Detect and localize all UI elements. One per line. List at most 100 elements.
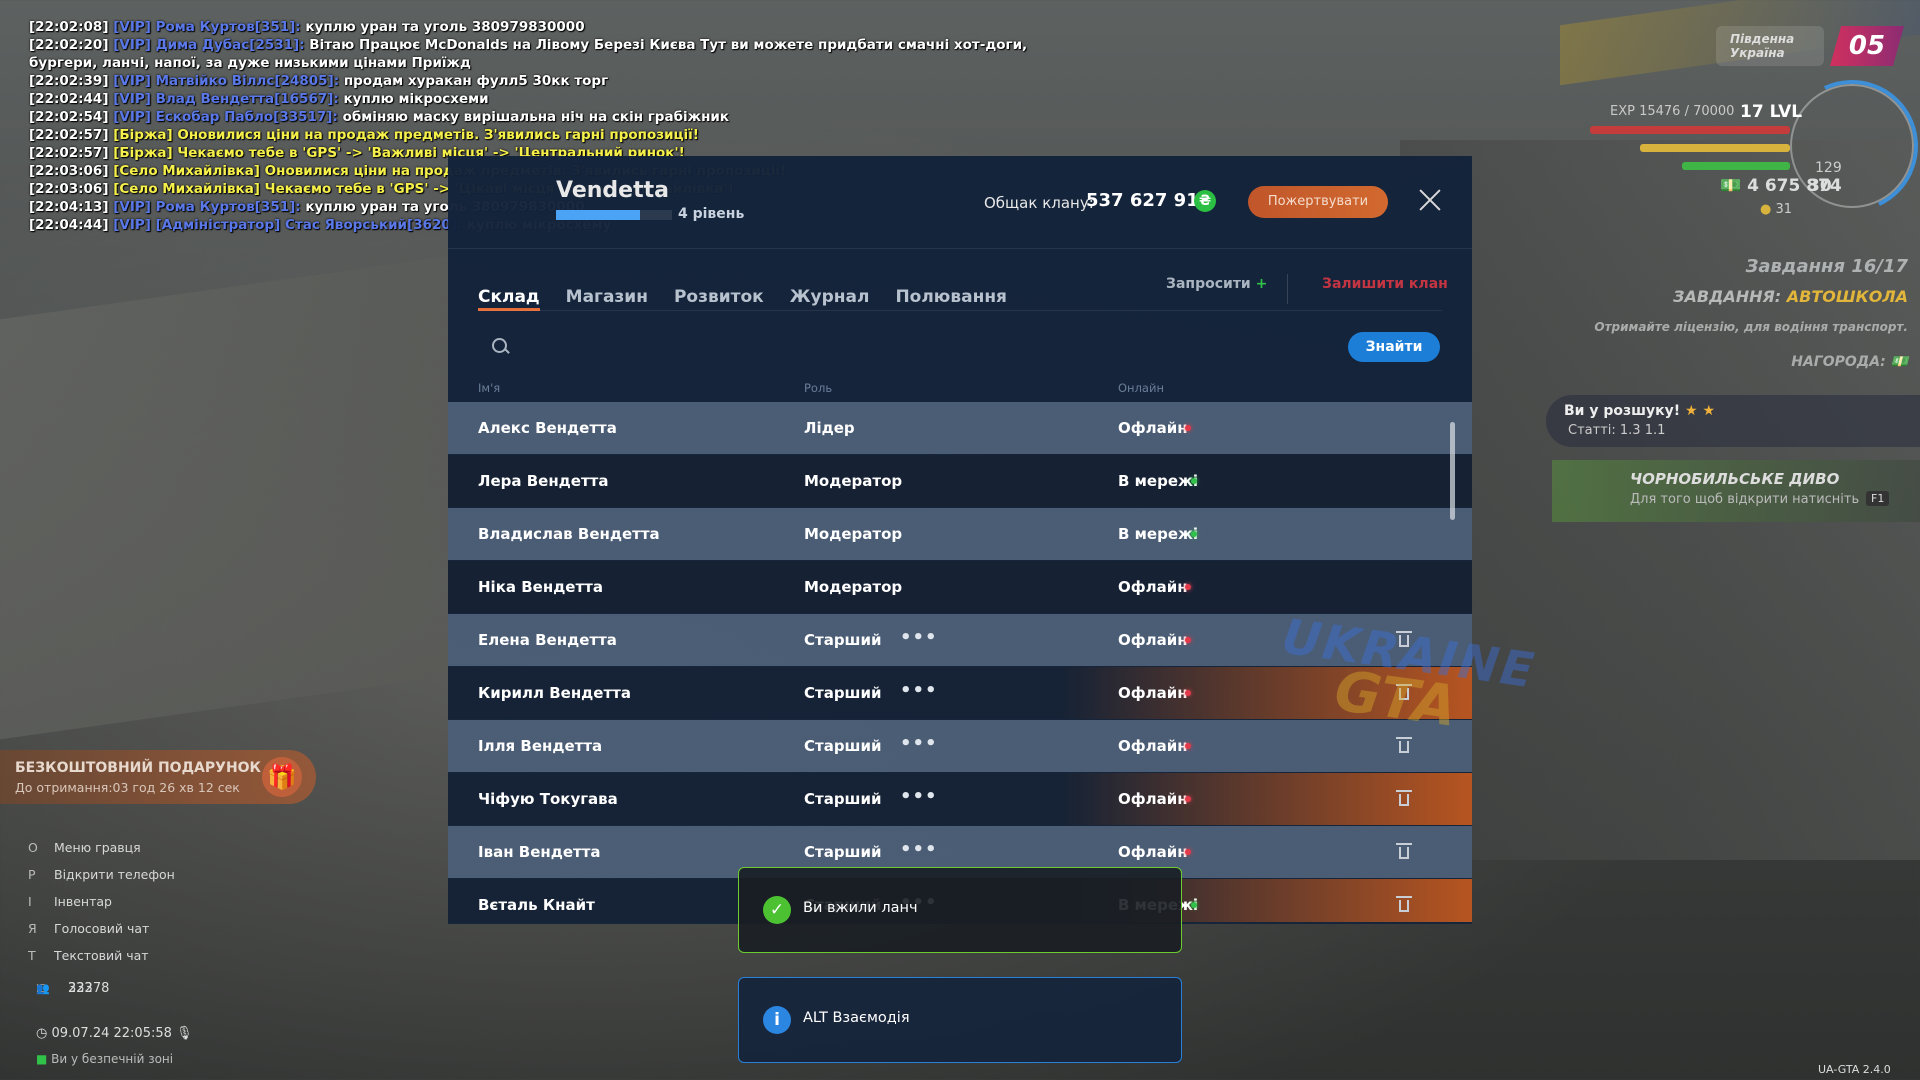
member-role: Старший [804, 631, 882, 649]
hotkey-key: T [28, 948, 36, 963]
event-key: F1 [1866, 491, 1890, 506]
member-status: Офлайн [1118, 578, 1188, 596]
event-banner[interactable]: ЧОРНОБИЛЬСЬКЕ ДИВО Для того щоб відкрити… [1552, 460, 1920, 522]
members-table: Алекс Вендетта Лідер Офлайн Лера Вендетта Мо… [448, 402, 1472, 922]
more-options-icon[interactable]: ••• [900, 614, 938, 662]
trash-icon[interactable] [1396, 843, 1412, 859]
column-header-role: Роль [804, 381, 833, 395]
table-row[interactable]: Ніка Вендетта Модератор Офлайн [448, 561, 1472, 613]
hotkey-key: O [28, 840, 38, 855]
gift-timer: До отримання:03 год 26 хв 12 сек [15, 780, 240, 795]
member-name: Вєталь Кнайт [478, 896, 595, 914]
chat-line: [22:02:39] [VIP] Матвійко Віллс[24805]: … [29, 72, 1079, 90]
tab-2[interactable]: Магазин [566, 252, 648, 308]
search-icon [492, 338, 507, 353]
status-dot-icon [1191, 531, 1197, 537]
invite-button[interactable]: Запросити + [1166, 276, 1267, 292]
member-name: Чіфую Токугава [478, 790, 618, 808]
chat-time: [22:04:44] [29, 217, 109, 233]
chat-message-part: обміняю маску вирішальна ніч на скін гра… [337, 109, 730, 125]
table-row[interactable]: Алекс Вендетта Лідер Офлайн [448, 402, 1472, 454]
member-name: Елена Вендетта [478, 631, 617, 649]
wanted-title: Ви у розшуку! [1564, 403, 1681, 419]
chat-time: [22:03:06] [29, 163, 109, 179]
chat-line: [22:02:08] [VIP] Рома Куртов[351]: куплю… [29, 18, 1079, 36]
chat-message-part: [VIP] Матвійко Віллс[24805]: [113, 73, 340, 89]
trash-icon[interactable] [1396, 790, 1412, 806]
chat-time: [22:02:57] [29, 145, 109, 161]
member-role: Модератор [804, 472, 903, 490]
status-dot-icon [1185, 425, 1191, 431]
status-dot-icon [1191, 478, 1197, 484]
trash-icon[interactable] [1396, 737, 1412, 753]
close-icon[interactable] [1414, 184, 1446, 216]
task-name: АВТОШКОЛА [1786, 287, 1908, 306]
member-status: В мережі [1118, 472, 1199, 490]
hotkey-key: I [28, 894, 32, 909]
notification-info: i ALT Взаємодія [738, 977, 1182, 1063]
table-row[interactable]: Елена Вендетта Старший ••• Офлайн [448, 614, 1472, 666]
more-options-icon[interactable]: ••• [900, 773, 938, 821]
member-name: Кирилл Вендетта [478, 684, 631, 702]
trash-icon[interactable] [1396, 684, 1412, 700]
tab-3[interactable]: Розвиток [674, 252, 764, 308]
column-header-online: Онлайн [1118, 381, 1164, 395]
reward-money-icon: 💵 [1890, 354, 1908, 370]
status-dot-icon [1185, 584, 1191, 590]
trash-icon[interactable] [1396, 631, 1412, 647]
hotkey-key: P [28, 867, 36, 882]
member-status: Офлайн [1118, 419, 1188, 437]
clan-name: Vendetta [556, 178, 669, 203]
chat-line: [22:02:44] [VIP] Влад Вендетта[16567]: к… [29, 90, 1079, 108]
donate-button[interactable]: Пожертвувати [1248, 186, 1388, 218]
chat-line: [22:02:54] [VIP] Ескобар Пабло[33517]: о… [29, 108, 1079, 126]
leave-clan-button[interactable]: Залишити клан [1322, 276, 1448, 292]
chat-message-part: [VIP] [Адміністратор] Стас Яворський[362… [113, 217, 463, 233]
armor-bar [1640, 144, 1790, 152]
find-button[interactable]: Знайти [1348, 332, 1440, 362]
free-gift-banner[interactable]: БЕЗКОШТОВНИЙ ПОДАРУНОК До отримання:03 г… [0, 750, 316, 804]
coin-icon: ● [1760, 202, 1772, 217]
safe-zone-status: ■ Ви у безпечній зоні [36, 1052, 173, 1066]
member-role: Старший [804, 737, 882, 755]
clan-level-bar [556, 210, 672, 220]
more-options-icon[interactable]: ••• [900, 667, 938, 715]
notification-success: ✓ Ви вжили ланч [738, 867, 1182, 953]
search-input[interactable] [518, 328, 1122, 360]
hotkey-label: Інвентар [54, 894, 112, 909]
task-count: Завдання 16/17 [1745, 256, 1908, 277]
member-status: Офлайн [1118, 684, 1188, 702]
table-row[interactable]: Ілля Вендетта Старший ••• Офлайн [448, 720, 1472, 772]
status-dot-icon [1185, 743, 1191, 749]
chat-message-part: [VIP] Рома Куртов[351]: [113, 199, 301, 215]
table-row[interactable]: Владислав Вендетта Модератор В мережі [448, 508, 1472, 560]
chat-message-part: куплю мікросхеми [338, 91, 489, 107]
hotkey-label: Голосовий чат [54, 921, 150, 936]
chat-time: [22:02:20] [29, 37, 109, 53]
table-row[interactable]: Лера Вендетта Модератор В мережі [448, 455, 1472, 507]
level-badge: 05 [1830, 26, 1904, 66]
chat-line: [22:02:57] [Біржа] Оновилися ціни на про… [29, 126, 1079, 144]
microphone-icon: 🎙 [176, 1026, 193, 1041]
table-row[interactable]: Кирилл Вендетта Старший ••• Офлайн [448, 667, 1472, 719]
stamina-bar [1682, 162, 1790, 170]
task-desc: Отримайте ліцензію, для водіння транспор… [1594, 320, 1908, 334]
tab-1[interactable]: Склад [478, 252, 540, 311]
tab-5[interactable]: Полювання [895, 252, 1007, 308]
status-dot-icon [1185, 796, 1191, 802]
trash-icon[interactable] [1396, 896, 1412, 912]
clan-balance: 537 627 913 [1086, 190, 1212, 211]
chat-time: [22:02:57] [29, 127, 109, 143]
member-status: Офлайн [1118, 790, 1188, 808]
more-options-icon[interactable]: ••• [900, 720, 938, 768]
table-row[interactable]: Чіфую Токугава Старший ••• Офлайн [448, 773, 1472, 825]
exp-counter: EXP 15476 / 70000 [1610, 104, 1735, 119]
clan-level-fill [556, 210, 640, 220]
divider [1287, 274, 1288, 304]
chat-message-part: [VIP] Влад Вендетта[16567]: [113, 91, 339, 107]
check-icon: ✓ [763, 896, 791, 924]
wanted-articles-label: Статті: [1568, 423, 1616, 438]
tab-4[interactable]: Журнал [790, 252, 870, 308]
scrollbar[interactable] [1450, 422, 1455, 520]
chat-time: [22:03:06] [29, 181, 109, 197]
